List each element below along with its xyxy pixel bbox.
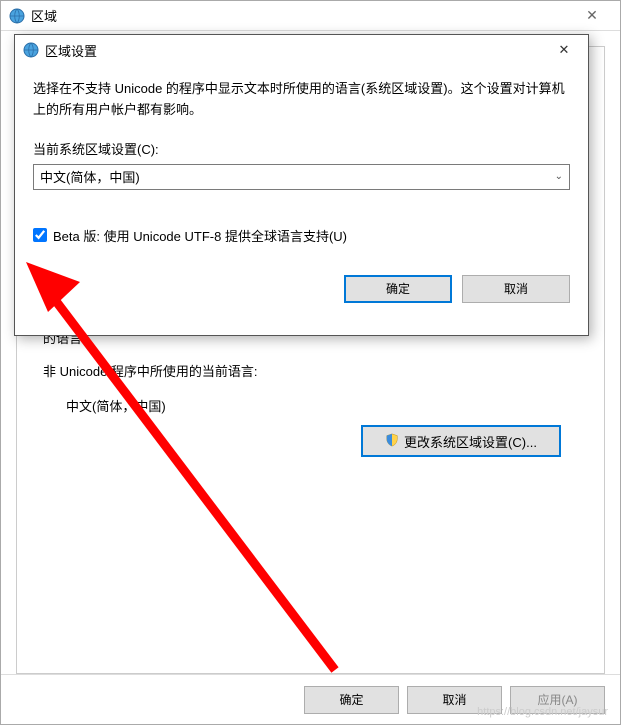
modal-footer: 确定 取消 <box>15 275 588 317</box>
modal-body: 选择在不支持 Unicode 的程序中显示文本时所使用的语言(系统区域设置)。这… <box>15 65 588 275</box>
modal-title: 区域设置 <box>45 41 544 60</box>
ok-button[interactable]: 确定 <box>304 686 399 714</box>
change-locale-label: 更改系统区域设置(C)... <box>404 432 537 451</box>
change-locale-button[interactable]: 更改系统区域设置(C)... <box>361 425 561 457</box>
beta-utf8-checkbox[interactable] <box>33 228 47 242</box>
parent-titlebar: 区域 ✕ <box>1 1 620 31</box>
beta-utf8-checkbox-row[interactable]: Beta 版: 使用 Unicode UTF-8 提供全球语言支持(U) <box>33 226 570 245</box>
region-settings-dialog: 区域设置 ✕ 选择在不支持 Unicode 的程序中显示文本时所使用的语言(系统… <box>14 34 589 336</box>
parent-title: 区域 <box>31 6 572 25</box>
modal-description: 选择在不支持 Unicode 的程序中显示文本时所使用的语言(系统区域设置)。这… <box>33 79 570 121</box>
modal-cancel-button[interactable]: 取消 <box>462 275 570 303</box>
modal-titlebar: 区域设置 ✕ <box>15 35 588 65</box>
globe-icon <box>9 8 25 24</box>
chevron-down-icon: ⌄ <box>555 171 563 182</box>
beta-utf8-label: Beta 版: 使用 Unicode UTF-8 提供全球语言支持(U) <box>53 226 347 245</box>
globe-icon <box>23 42 39 58</box>
current-locale-value: 中文(简体，中国) <box>66 396 166 415</box>
modal-ok-button[interactable]: 确定 <box>344 275 452 303</box>
current-locale-label: 当前系统区域设置(C): <box>33 139 570 158</box>
shield-icon <box>385 433 399 450</box>
locale-dropdown[interactable]: 中文(简体，中国) ⌄ <box>33 164 570 190</box>
parent-close-button[interactable]: ✕ <box>572 7 612 24</box>
non-unicode-label: 非 Unicode 程序中所使用的当前语言: <box>43 361 258 380</box>
modal-close-button[interactable]: ✕ <box>544 37 584 63</box>
locale-dropdown-value: 中文(简体，中国) <box>40 167 140 186</box>
watermark: https://blog.csdn.net/jaysur <box>477 706 608 718</box>
